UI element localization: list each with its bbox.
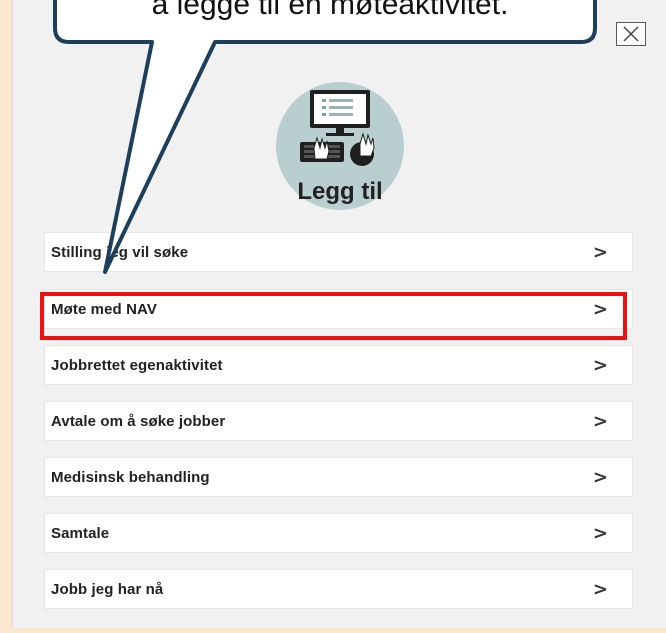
menu-item-label: Jobb jeg har nå (51, 580, 164, 598)
chevron-right-icon: > (592, 298, 608, 320)
menu-item-label: Møte med NAV (51, 300, 157, 318)
menu-item-label: Samtale (51, 524, 110, 542)
chevron-right-icon: > (592, 522, 608, 544)
computer-desk-icon (300, 90, 375, 166)
modal-title: Legg til (297, 178, 383, 205)
menu-item-label: Stilling jeg vil søke (51, 243, 189, 261)
menu-item-samtale[interactable]: Samtale > (44, 513, 633, 553)
menu-item-jobb-jeg-har-na[interactable]: Jobb jeg har nå > (44, 569, 633, 609)
chevron-right-icon: > (592, 410, 608, 432)
menu-item-jobbrettet-egenaktivitet[interactable]: Jobbrettet egenaktivitet > (44, 345, 633, 385)
chevron-right-icon: > (592, 578, 608, 600)
callout-text: å legge til en møteaktivitet. (151, 0, 509, 21)
menu-item-label: Medisinsk behandling (51, 468, 210, 486)
chevron-right-icon: > (592, 466, 608, 488)
close-button[interactable] (616, 22, 646, 46)
menu-item-label: Avtale om å søke jobber (51, 412, 226, 430)
chevron-right-icon: > (592, 241, 608, 263)
close-icon (623, 26, 639, 42)
menu-item-stilling-jeg-vil-soke[interactable]: Stilling jeg vil søke > (44, 232, 633, 272)
menu-item-medisinsk-behandling[interactable]: Medisinsk behandling > (44, 457, 633, 497)
menu-item-mote-med-nav[interactable]: Møte med NAV > (44, 289, 633, 329)
menu-item-label: Jobbrettet egenaktivitet (51, 356, 223, 374)
chevron-right-icon: > (592, 354, 608, 376)
menu-item-avtale-om-a-soke-jobber[interactable]: Avtale om å søke jobber > (44, 401, 633, 441)
